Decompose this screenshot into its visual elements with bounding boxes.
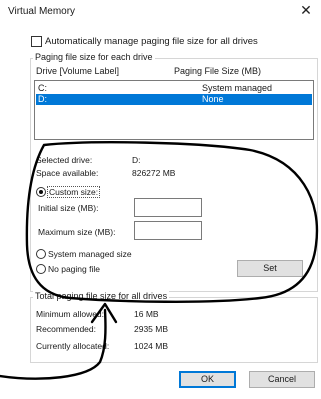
currently-allocated-value: 1024 MB [134,341,169,351]
custom-size-label[interactable]: Custom size: [47,186,101,198]
drive-size: None [202,94,224,104]
drive-row-d[interactable]: D: None [36,94,312,105]
space-available-label: Space available: [36,168,99,178]
drive-name: C: [38,83,47,93]
minimum-allowed-label: Minimum allowed: [36,309,105,319]
currently-allocated-label: Currently allocated: [36,341,110,351]
selected-drive-value: D: [132,155,141,165]
drive-size: System managed [202,83,273,93]
cancel-button[interactable]: Cancel [249,371,315,388]
maximum-size-input[interactable] [134,221,202,240]
initial-size-label: Initial size (MB): [38,203,99,213]
drive-row-c[interactable]: C: System managed [36,83,312,94]
selected-drive-label: Selected drive: [36,155,93,165]
total-paging-group-legend: Total paging file size for all drives [33,291,170,301]
close-icon[interactable]: ✕ [297,2,315,18]
minimum-allowed-value: 16 MB [134,309,159,319]
initial-size-input[interactable] [134,198,202,217]
recommended-label: Recommended: [36,324,97,334]
auto-manage-checkbox[interactable] [31,36,42,47]
no-paging-radio[interactable] [36,264,46,274]
system-managed-label[interactable]: System managed size [48,249,132,259]
paging-file-group-legend: Paging file size for each drive [33,52,155,62]
maximum-size-label: Maximum size (MB): [38,227,116,237]
column-header-size: Paging File Size (MB) [174,66,262,76]
no-paging-label[interactable]: No paging file [48,264,100,274]
recommended-value: 2935 MB [134,324,169,334]
ok-button[interactable]: OK [179,371,236,388]
drive-list[interactable]: C: System managed D: None [34,80,314,140]
drive-name: D: [38,94,47,104]
custom-size-radio[interactable] [36,187,46,197]
window-title: Virtual Memory [8,6,76,17]
space-available-value: 826272 MB [132,168,176,178]
system-managed-radio[interactable] [36,249,46,259]
column-header-drive: Drive [Volume Label] [36,66,120,76]
auto-manage-label[interactable]: Automatically manage paging file size fo… [45,36,258,47]
set-button[interactable]: Set [237,260,303,277]
